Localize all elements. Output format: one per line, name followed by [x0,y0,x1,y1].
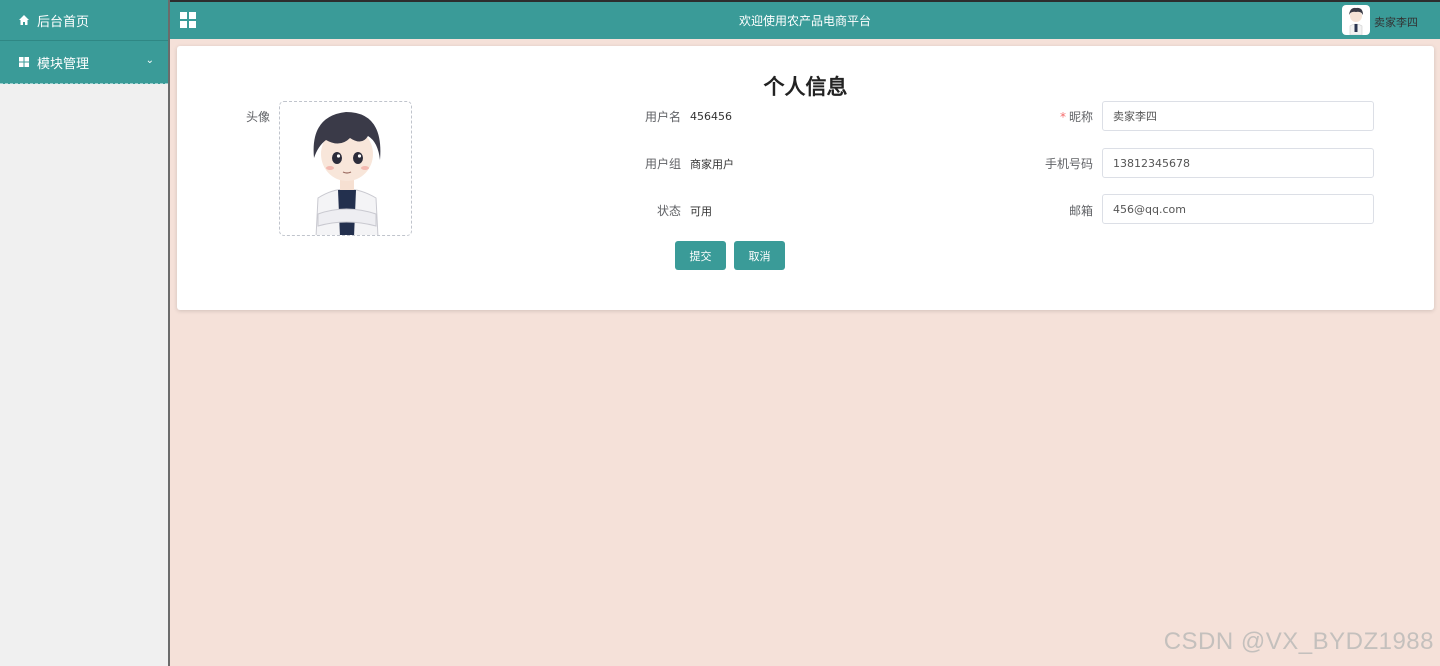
email-input[interactable] [1102,194,1374,224]
nickname-input[interactable] [1102,101,1374,131]
user-group-label: 用户组 [644,157,681,171]
avatar-upload[interactable] [279,101,412,236]
avatar-image [313,112,381,235]
app-title: 欢迎使用农产品电商平台 [738,14,871,28]
phone-label: 手机号码 [1044,157,1093,171]
username-label: 用户名 [644,110,681,124]
nickname-label-text: 昵称 [1068,110,1093,124]
avatar-label: 头像 [245,110,270,124]
sidebar-item-module-management[interactable]: 模块管理 ⌄ [0,41,168,84]
phone-input[interactable] [1102,148,1374,178]
sidebar-item-label: 模块管理 [37,56,90,72]
user-group-value: 商家用户 [690,158,734,171]
watermark: CSDN @VX_BYDZ1988 [1163,628,1434,655]
email-label: 邮箱 [1068,204,1093,218]
profile-card: 个人信息 头像 用户名 456456 用户组 商家用户 状态 可用 * 昵称 卖… [177,46,1434,310]
page-title: 个人信息 [763,75,848,99]
status-label: 状态 [656,204,681,218]
sidebar-item-label: 后台首页 [37,14,90,30]
username-value: 456456 [690,110,732,123]
cancel-button[interactable]: 取消 [734,241,785,270]
home-icon [18,14,30,26]
required-mark: * [1059,110,1066,124]
sidebar: 后台首页 模块管理 ⌄ [0,0,170,666]
user-avatar[interactable] [1342,5,1370,35]
topbar: 欢迎使用农产品电商平台 卖家李四 [170,0,1440,39]
chevron-down-icon[interactable]: ⌄ [146,55,154,66]
nickname-label: * 昵称 [1017,108,1093,125]
submit-button[interactable]: 提交 [675,241,726,270]
username-display[interactable]: 卖家李四 [1374,14,1418,30]
grid-icon [18,56,30,68]
status-value: 可用 [690,205,712,218]
sidebar-item-home[interactable]: 后台首页 [0,0,168,41]
